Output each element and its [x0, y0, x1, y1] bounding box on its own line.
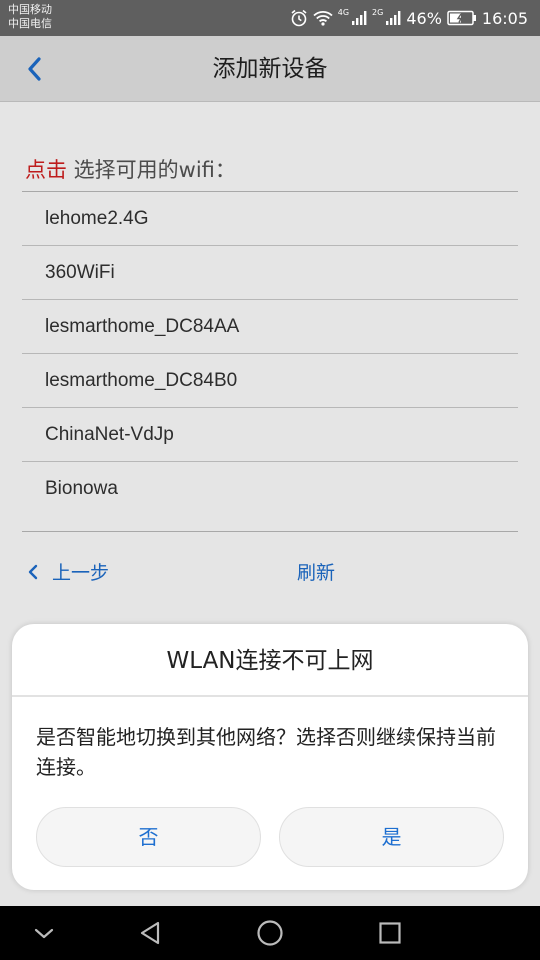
wifi-icon — [313, 10, 333, 26]
dialog-divider — [12, 695, 528, 697]
status-bar: 中国移动 中国电信 4G 2G 46% 16:05 — [0, 0, 540, 36]
battery-charging-icon — [447, 10, 477, 26]
no-button[interactable]: 否 — [36, 807, 261, 867]
signal-icon-2 — [385, 10, 401, 26]
home-circle-icon — [257, 920, 283, 946]
nav-back-button[interactable] — [120, 906, 180, 960]
back-triangle-icon — [140, 921, 160, 945]
dialog-title: WLAN连接不可上网 — [166, 648, 374, 674]
network-tag-1: 4G — [337, 7, 350, 17]
carrier-1-label: 中国移动 — [8, 3, 52, 16]
carrier-2-label: 中国电信 — [8, 17, 52, 30]
recents-square-icon — [379, 922, 401, 944]
status-icons: 4G 2G 46% 16:05 — [290, 0, 528, 36]
alarm-icon — [290, 9, 308, 27]
wlan-dialog: WLAN连接不可上网 是否智能地切换到其他网络？选择否则继续保持当前连接。 否 … — [12, 624, 528, 890]
chevron-down-icon — [34, 928, 54, 939]
network-tag-2: 2G — [372, 7, 384, 17]
system-nav-bar — [0, 906, 540, 960]
nav-recents-button[interactable] — [360, 906, 420, 960]
yes-button[interactable]: 是 — [279, 807, 504, 867]
clock-time: 16:05 — [481, 8, 528, 28]
nav-home-button[interactable] — [240, 906, 300, 960]
carrier-info: 中国移动 中国电信 — [8, 3, 52, 31]
nav-hide-button[interactable] — [14, 906, 74, 960]
battery-percent: 46% — [406, 8, 442, 28]
dialog-message: 是否智能地切换到其他网络？选择否则继续保持当前连接。 — [36, 725, 496, 779]
signal-icon-1 — [351, 10, 367, 26]
